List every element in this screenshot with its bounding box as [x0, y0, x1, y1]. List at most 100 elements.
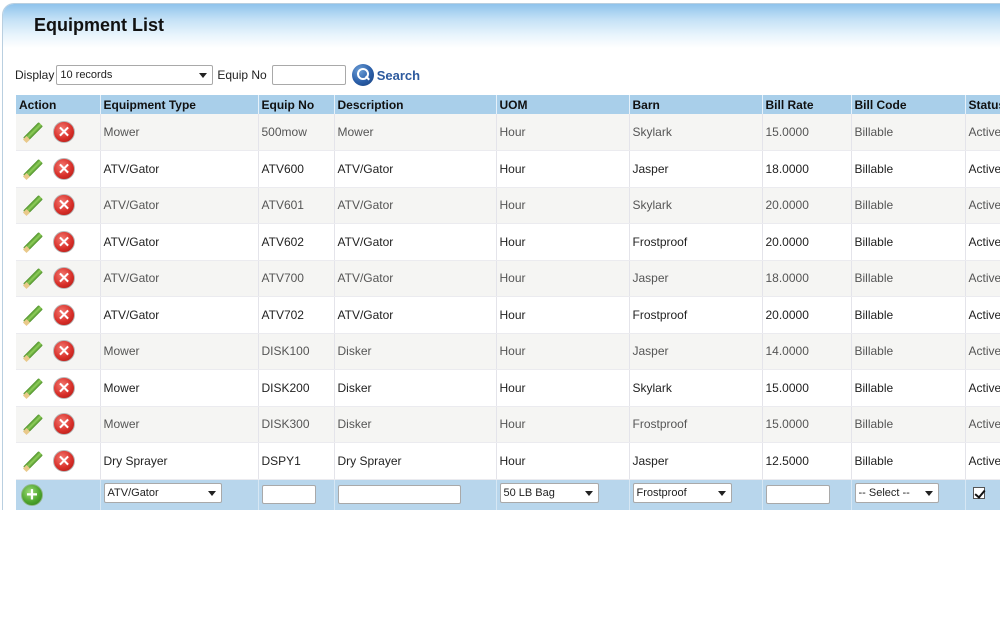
column-header-bill-rate[interactable]: Bill Rate [762, 95, 852, 114]
table-row: ✕ Dry Sprayer DSPY1 Dry Sprayer Hour Jasper 12… [16, 442, 1000, 480]
new-active-checkbox[interactable] [972, 487, 985, 500]
cell-status: Active [965, 442, 1000, 480]
equip-no-label: Equip No [217, 68, 267, 82]
cell-barn: Skylark [629, 369, 763, 407]
new-barn-select-value: Frostproof [636, 487, 687, 500]
delete-icon[interactable]: ✕ [53, 157, 75, 180]
new-description-input[interactable] [337, 485, 461, 505]
cell-equip-no: ATV602 [258, 223, 335, 261]
cell-status: Active [965, 296, 1000, 334]
table-row: ✕ Mower 500mow Mower Hour Skylark 15.0000 Billa… [16, 114, 1000, 151]
equipment-table: Action Equipment Type Equip No Description U… [16, 95, 1000, 510]
equip-no-search-input[interactable] [271, 65, 346, 85]
pencil-icon[interactable] [21, 193, 45, 217]
new-barn-select[interactable]: Frostproof [632, 483, 732, 504]
pencil-icon[interactable] [21, 303, 45, 327]
cell-equipment-type: ATV/Gator [100, 260, 259, 297]
table-row: ✕ ATV/Gator ATV600 ATV/Gator Hour Jasper 18.00… [16, 150, 1000, 188]
new-uom-select[interactable]: 50 LB Bag [499, 483, 599, 504]
search-icon [351, 64, 374, 86]
pencil-icon[interactable] [21, 157, 45, 181]
pencil-icon[interactable] [21, 339, 45, 363]
cell-uom: Hour [496, 114, 630, 151]
cell-barn: Skylark [629, 114, 763, 151]
cell-uom: Hour [496, 223, 630, 261]
column-header-equipment-type[interactable]: Equipment Type [100, 95, 259, 114]
cell-description: Mower [334, 114, 497, 151]
cell-barn: Frostproof [629, 223, 763, 261]
cell-equipment-type: ATV/Gator [100, 187, 259, 224]
chevron-down-icon [199, 73, 208, 78]
column-header-status[interactable]: Status [965, 95, 1000, 114]
new-bill-rate-input[interactable] [765, 485, 830, 505]
row-actions: ✕ [19, 412, 97, 436]
cell-bill-rate: 14.0000 [762, 333, 852, 370]
cell-description: ATV/Gator [334, 296, 497, 334]
delete-icon[interactable]: ✕ [53, 194, 75, 217]
new-uom-select-value: 50 LB Bag [503, 487, 555, 500]
display-records-select[interactable]: 10 records [56, 65, 214, 85]
pencil-icon[interactable] [21, 376, 45, 400]
column-header-bill-code[interactable]: Bill Code [851, 95, 966, 114]
pencil-icon[interactable] [21, 230, 45, 254]
cell-description: Disker [334, 406, 497, 443]
cell-status: Active [965, 260, 1000, 297]
cell-barn: Skylark [629, 187, 763, 224]
new-equipment-type-select[interactable]: ATV/Gator [103, 483, 222, 504]
action-cell: ✕ [16, 260, 101, 297]
cell-equip-no: DISK100 [258, 333, 335, 370]
new-cell-action: + [16, 479, 101, 510]
pencil-icon[interactable] [21, 266, 45, 290]
cell-description: ATV/Gator [334, 187, 497, 224]
delete-icon[interactable]: ✕ [53, 121, 75, 143]
column-header-description[interactable]: Description [334, 95, 497, 114]
panel-header: Equipment List [3, 4, 1000, 48]
cell-equipment-type: Mower [100, 406, 259, 443]
cell-equipment-type: ATV/Gator [100, 296, 259, 334]
display-records-value: 10 records [60, 69, 113, 81]
delete-icon[interactable]: ✕ [53, 267, 75, 290]
new-cell-description [334, 479, 497, 510]
add-icon[interactable]: + [21, 483, 43, 506]
delete-icon[interactable]: ✕ [53, 449, 75, 472]
cell-equip-no: DISK300 [258, 406, 335, 443]
pencil-icon[interactable] [21, 412, 45, 436]
row-actions: ✕ [19, 303, 97, 327]
cell-uom: Hour [496, 150, 630, 188]
cell-equip-no: ATV702 [258, 296, 335, 334]
delete-icon[interactable]: ✕ [53, 303, 75, 326]
new-cell-status [965, 479, 1000, 510]
column-header-action[interactable]: Action [16, 95, 101, 114]
cell-equip-no: 500mow [258, 114, 335, 151]
column-header-uom[interactable]: UOM [496, 95, 630, 114]
pencil-icon[interactable] [21, 449, 45, 473]
action-cell: ✕ [16, 296, 101, 334]
new-bill-code-select[interactable]: -- Select -- [854, 483, 939, 504]
search-button[interactable]: Search [351, 64, 420, 86]
cell-equip-no: ATV601 [258, 187, 335, 224]
table-row: ✕ Mower DISK200 Disker Hour Skylark 15.0000 Bil… [16, 369, 1000, 407]
delete-icon[interactable]: ✕ [53, 413, 75, 436]
column-header-equip-no[interactable]: Equip No [258, 95, 335, 114]
row-actions: ✕ [19, 120, 97, 144]
cell-bill-code: Billable [851, 223, 966, 261]
action-cell: ✕ [16, 333, 101, 370]
cell-bill-code: Billable [851, 114, 966, 151]
cell-barn: Frostproof [629, 296, 763, 334]
action-cell: ✕ [16, 369, 101, 407]
cell-equip-no: DSPY1 [258, 442, 335, 480]
cell-status: Active [965, 333, 1000, 370]
delete-icon[interactable]: ✕ [53, 376, 75, 399]
column-header-barn[interactable]: Barn [629, 95, 763, 114]
pencil-icon[interactable] [21, 120, 45, 144]
action-cell: ✕ [16, 223, 101, 261]
table-row: ✕ ATV/Gator ATV601 ATV/Gator Hour Skylark 20.0… [16, 187, 1000, 224]
delete-icon[interactable]: ✕ [53, 340, 75, 363]
cell-barn: Jasper [629, 333, 763, 370]
new-cell-barn: Frostproof [629, 479, 763, 510]
cell-description: ATV/Gator [334, 260, 497, 297]
cell-bill-code: Billable [851, 150, 966, 188]
delete-icon[interactable]: ✕ [53, 230, 75, 253]
row-actions: ✕ [19, 157, 97, 181]
new-equip-no-input[interactable] [261, 485, 316, 505]
